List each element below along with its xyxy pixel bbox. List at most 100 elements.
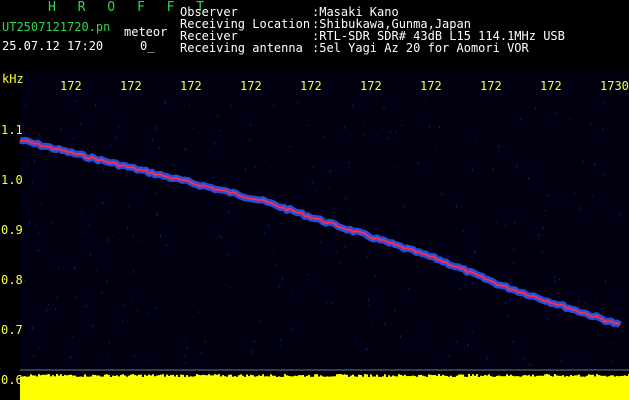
power-spike (66, 375, 68, 378)
noise-speck (472, 282, 473, 285)
noise-speck (368, 299, 370, 302)
noise-speck (399, 335, 401, 338)
power-spike (580, 376, 582, 378)
power-spike (278, 376, 280, 378)
power-spike (420, 374, 422, 378)
power-spike (520, 376, 522, 378)
noise-speck (329, 169, 331, 173)
noise-speck (320, 241, 322, 244)
noise-speck (594, 163, 595, 166)
power-spike (96, 375, 98, 378)
power-spike (134, 375, 136, 378)
power-spike (126, 376, 128, 378)
power-spike (364, 374, 366, 378)
power-spike (54, 376, 56, 378)
power-spike (466, 376, 468, 378)
power-spike (294, 375, 296, 378)
power-spike (314, 374, 316, 378)
noise-speck (269, 122, 271, 125)
power-spike (238, 375, 240, 378)
power-spike (280, 376, 282, 378)
noise-speck (141, 239, 143, 242)
noise-speck (474, 251, 476, 254)
noise-speck (102, 201, 104, 205)
power-spike (610, 375, 612, 378)
power-spike (374, 376, 376, 378)
noise-speck (383, 107, 385, 110)
power-spike (544, 374, 546, 378)
power-spike (390, 376, 392, 378)
power-spike (36, 376, 38, 378)
noise-speck (590, 123, 592, 126)
power-spike (350, 375, 352, 378)
noise-speck (114, 137, 116, 139)
noise-speck (48, 303, 50, 306)
power-spike (566, 376, 568, 378)
noise-speck (37, 231, 39, 234)
power-spike (584, 376, 586, 378)
power-spike (318, 376, 320, 378)
power-spike (534, 376, 536, 378)
noise-speck (155, 126, 157, 130)
power-spike (618, 376, 620, 378)
noise-speck (248, 139, 250, 142)
file-name: UT2507121720.pn (2, 20, 111, 34)
noise-speck (245, 168, 247, 171)
power-spike (246, 374, 248, 378)
power-spike (60, 374, 62, 378)
power-spike (182, 374, 184, 378)
x-tick-label: 172 (420, 79, 442, 93)
power-spike (200, 375, 202, 378)
noise-speck (184, 354, 186, 357)
power-spike (154, 376, 156, 378)
noise-speck (538, 233, 540, 237)
power-spike (144, 374, 146, 378)
power-spike (266, 376, 268, 378)
power-spike (274, 375, 276, 378)
power-spike (216, 374, 218, 378)
power-spike (386, 377, 388, 378)
noise-speck (259, 320, 261, 322)
noise-speck (268, 224, 269, 228)
noise-speck (228, 286, 230, 289)
power-spike (626, 376, 628, 378)
noise-speck (279, 344, 281, 346)
y-tick-label: 0.9 (1, 223, 23, 237)
noise-speck (530, 166, 532, 170)
noise-speck (199, 311, 200, 313)
noise-speck (28, 165, 30, 167)
power-spike (504, 376, 506, 378)
power-spike (582, 376, 584, 378)
power-spike (84, 374, 86, 378)
power-spike (332, 376, 334, 378)
power-spike (570, 375, 572, 378)
power-spike (414, 376, 416, 378)
noise-speck (339, 261, 340, 264)
noise-speck (151, 138, 153, 142)
noise-speck (347, 166, 349, 168)
power-spike (270, 374, 272, 378)
noise-speck (417, 161, 419, 165)
noise-speck (401, 124, 403, 127)
noise-speck (377, 100, 379, 103)
power-spike (340, 374, 342, 378)
power-spike (166, 374, 168, 378)
noise-speck (396, 165, 398, 168)
noise-speck (109, 144, 111, 146)
power-spike (438, 374, 440, 378)
power-spike (64, 374, 66, 378)
noise-speck (429, 125, 431, 128)
power-spike (240, 374, 242, 378)
noise-speck (31, 326, 33, 330)
noise-speck (28, 134, 30, 137)
power-spike (44, 374, 46, 378)
noise-speck (188, 105, 190, 107)
power-spike (106, 374, 108, 378)
noise-speck (512, 340, 514, 343)
power-spike (142, 377, 144, 378)
power-spike (102, 376, 104, 378)
noise-speck (354, 338, 356, 340)
power-spike (488, 374, 490, 378)
power-spike (284, 374, 286, 378)
noise-speck (292, 328, 294, 331)
